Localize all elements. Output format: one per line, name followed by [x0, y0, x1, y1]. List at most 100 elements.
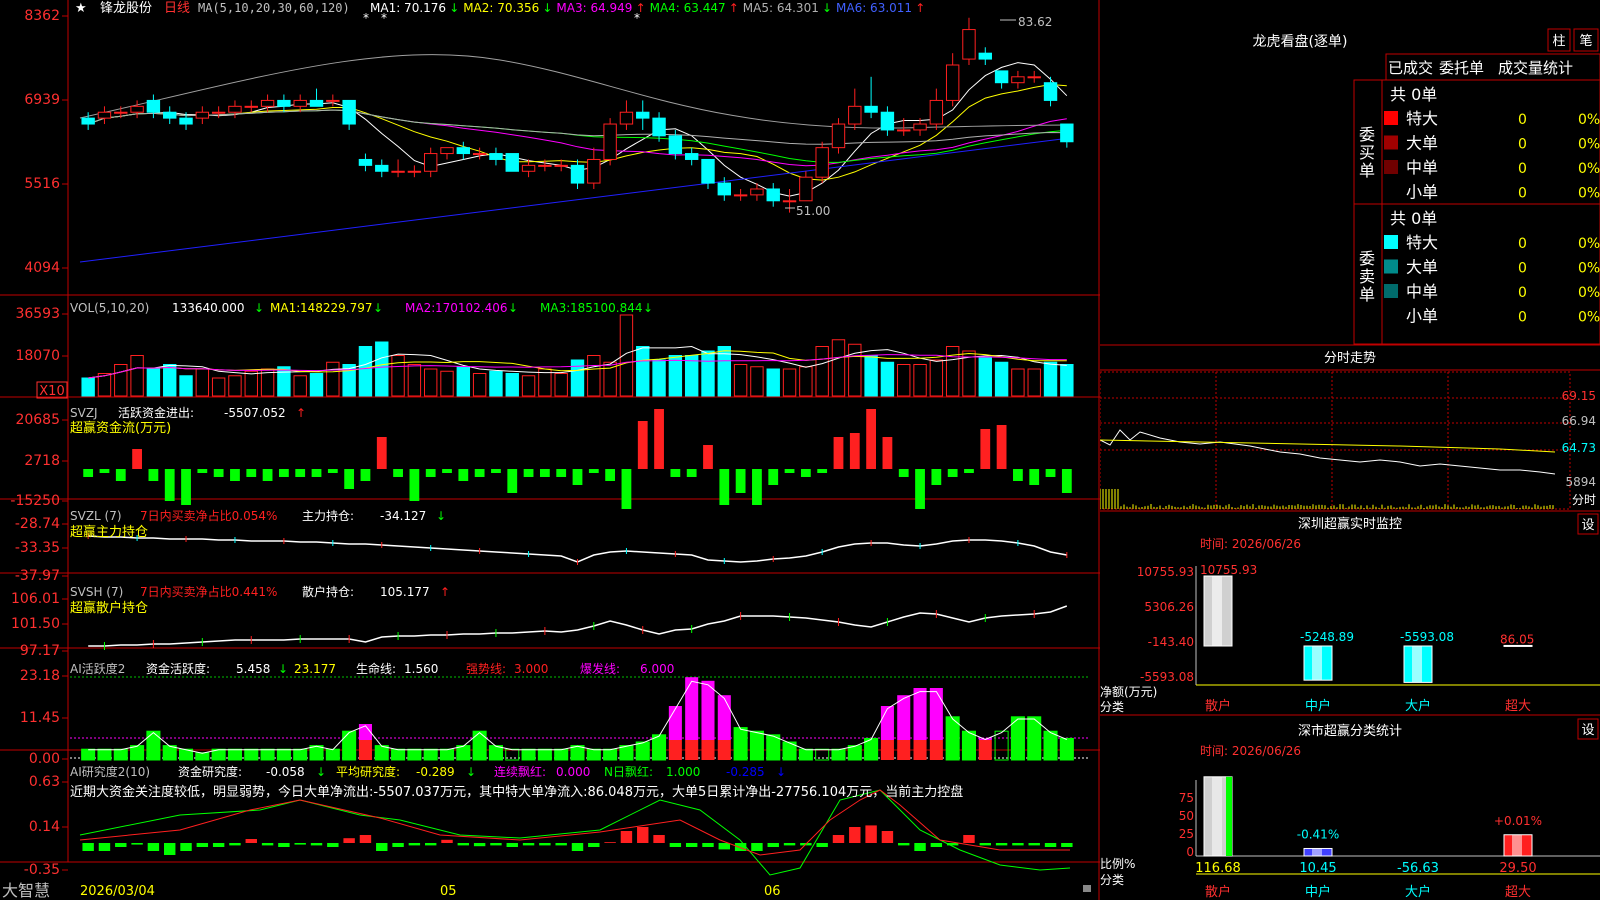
ai2-bar: [213, 843, 224, 847]
svsh-label: SVSH (7): [70, 585, 123, 599]
svzj-desc: 活跃资金进出:: [118, 405, 194, 420]
period-label[interactable]: 日线: [164, 1, 190, 16]
monitor-tick: -143.40: [1148, 635, 1194, 649]
lock-icon[interactable]: [1083, 885, 1091, 892]
tab-volume-stats[interactable]: 成交量统计: [1498, 59, 1573, 77]
candle: [637, 100, 649, 130]
vol-ma-arrow: ↓: [373, 301, 383, 315]
axis-tick: 101.50: [11, 616, 68, 632]
ai2-bar: [441, 840, 452, 843]
svsh-desc: 7日内买卖净占比0.441%: [140, 584, 277, 599]
ai2-bar: [653, 835, 664, 843]
axis-tick: -28.74: [15, 516, 68, 532]
ai-d5: 爆发线:: [580, 661, 620, 676]
candle: [963, 18, 975, 65]
vol-unit: X10: [39, 384, 64, 399]
candle: [164, 106, 176, 124]
ai-d1: 资金活跃度:: [146, 661, 210, 676]
ma-arrow-6: ↑: [915, 1, 925, 15]
vol-bar: [620, 315, 632, 396]
ai2-bar: [148, 843, 159, 851]
svzj-bar: [899, 469, 909, 477]
svzj-bar: [100, 469, 110, 473]
ai2-bar: [99, 843, 110, 851]
svzj-bar: [344, 469, 354, 489]
vol-bar: [995, 362, 1007, 396]
vol-bar: [930, 360, 942, 396]
candle: [278, 95, 290, 113]
ai2-bar: [898, 843, 909, 845]
ai-bar: [375, 746, 388, 760]
axis-tick: 11.45: [20, 710, 68, 726]
longhu-title: 龙虎看盘(逐单): [1253, 33, 1348, 50]
class-ylabel: 比例%: [1100, 857, 1135, 871]
ma-arrow-4: ↑: [729, 1, 739, 15]
vol-bar: [637, 347, 649, 397]
svzj-bar: [132, 449, 142, 469]
axis-tick: -15250: [10, 493, 68, 509]
ai-bar: [734, 728, 747, 760]
main-chart-area[interactable]: 8362 6939 5516 4094 36593 18070 20685 2718 -1525…: [0, 0, 1100, 900]
order-pct: 0%: [1578, 236, 1600, 252]
svzj-bar: [997, 425, 1007, 469]
axis-tick-label: 36593: [15, 306, 60, 322]
axis-tick: -33.35: [15, 540, 68, 556]
ai2-label: AI研究度2(10): [70, 764, 150, 779]
ai-bar: [701, 681, 714, 760]
axis-tick: 23.18: [20, 668, 68, 684]
tab-orders[interactable]: 委托单: [1439, 59, 1484, 77]
ai2-bar: [539, 843, 550, 845]
ai2-bar: [670, 843, 681, 847]
axis-tick: 4094: [24, 260, 68, 276]
ai2-bar: [262, 843, 273, 845]
stock-name[interactable]: 锋龙股份: [100, 1, 152, 16]
candle: [457, 142, 469, 160]
ai2-bar: [327, 843, 338, 847]
candle: [229, 100, 241, 118]
candle: [571, 159, 583, 189]
svzj-bar: [687, 469, 697, 477]
vol-bar: [245, 371, 257, 396]
axis-tick: 97.17: [20, 643, 68, 659]
ai2-bar: [588, 843, 599, 847]
date-label-jun: 06: [764, 884, 781, 899]
candle: [441, 148, 453, 160]
axis-tick-label: -33.35: [15, 540, 60, 556]
ai2-bar: [164, 843, 175, 855]
candle: [147, 95, 159, 119]
order-count: 0: [1518, 261, 1527, 277]
ai-label: AI活跃度2: [70, 661, 125, 676]
ai-bar: [359, 724, 372, 760]
vol-bar: [376, 342, 388, 396]
vol-bar: [522, 376, 534, 396]
ai2-bar: [784, 843, 795, 845]
order-type-label: 特大: [1406, 109, 1438, 128]
vol-bar: [310, 374, 322, 397]
svzj-bar: [475, 469, 485, 477]
candle: [620, 100, 632, 130]
fenshi-tick: 5894: [1565, 475, 1596, 489]
vol-bar: [702, 351, 714, 396]
fenshi-chart[interactable]: 69.15 66.94 64.73 5894 分时: [1100, 372, 1596, 509]
bar-mode-label: 柱: [1552, 34, 1565, 49]
class-tick: 75: [1179, 791, 1194, 805]
fenshi-unit: 分时: [1572, 493, 1596, 507]
order-type-label: 小单: [1406, 183, 1438, 202]
axis-tick: 8362: [24, 8, 68, 24]
svzj-bar: [442, 469, 452, 473]
ai-bar: [440, 749, 453, 760]
svzj-bar: [197, 469, 207, 473]
ai2-bar: [833, 835, 844, 843]
svzl-value: -34.127: [380, 509, 426, 523]
svzj-bar: [426, 469, 436, 477]
ai2-bar: [115, 843, 126, 847]
tab-executed[interactable]: 已成交: [1388, 59, 1433, 77]
monitor-time: 时间: 2026/06/26: [1200, 537, 1301, 551]
vol-label: VOL(5,10,20): [70, 301, 149, 315]
ai-bar: [228, 749, 241, 760]
class-bar: [1304, 848, 1332, 856]
axis-tick: 106.01: [11, 591, 68, 607]
class-bar-label: -56.63: [1397, 861, 1439, 876]
event-marker: *: [363, 11, 369, 25]
svzj-bar: [834, 437, 844, 469]
